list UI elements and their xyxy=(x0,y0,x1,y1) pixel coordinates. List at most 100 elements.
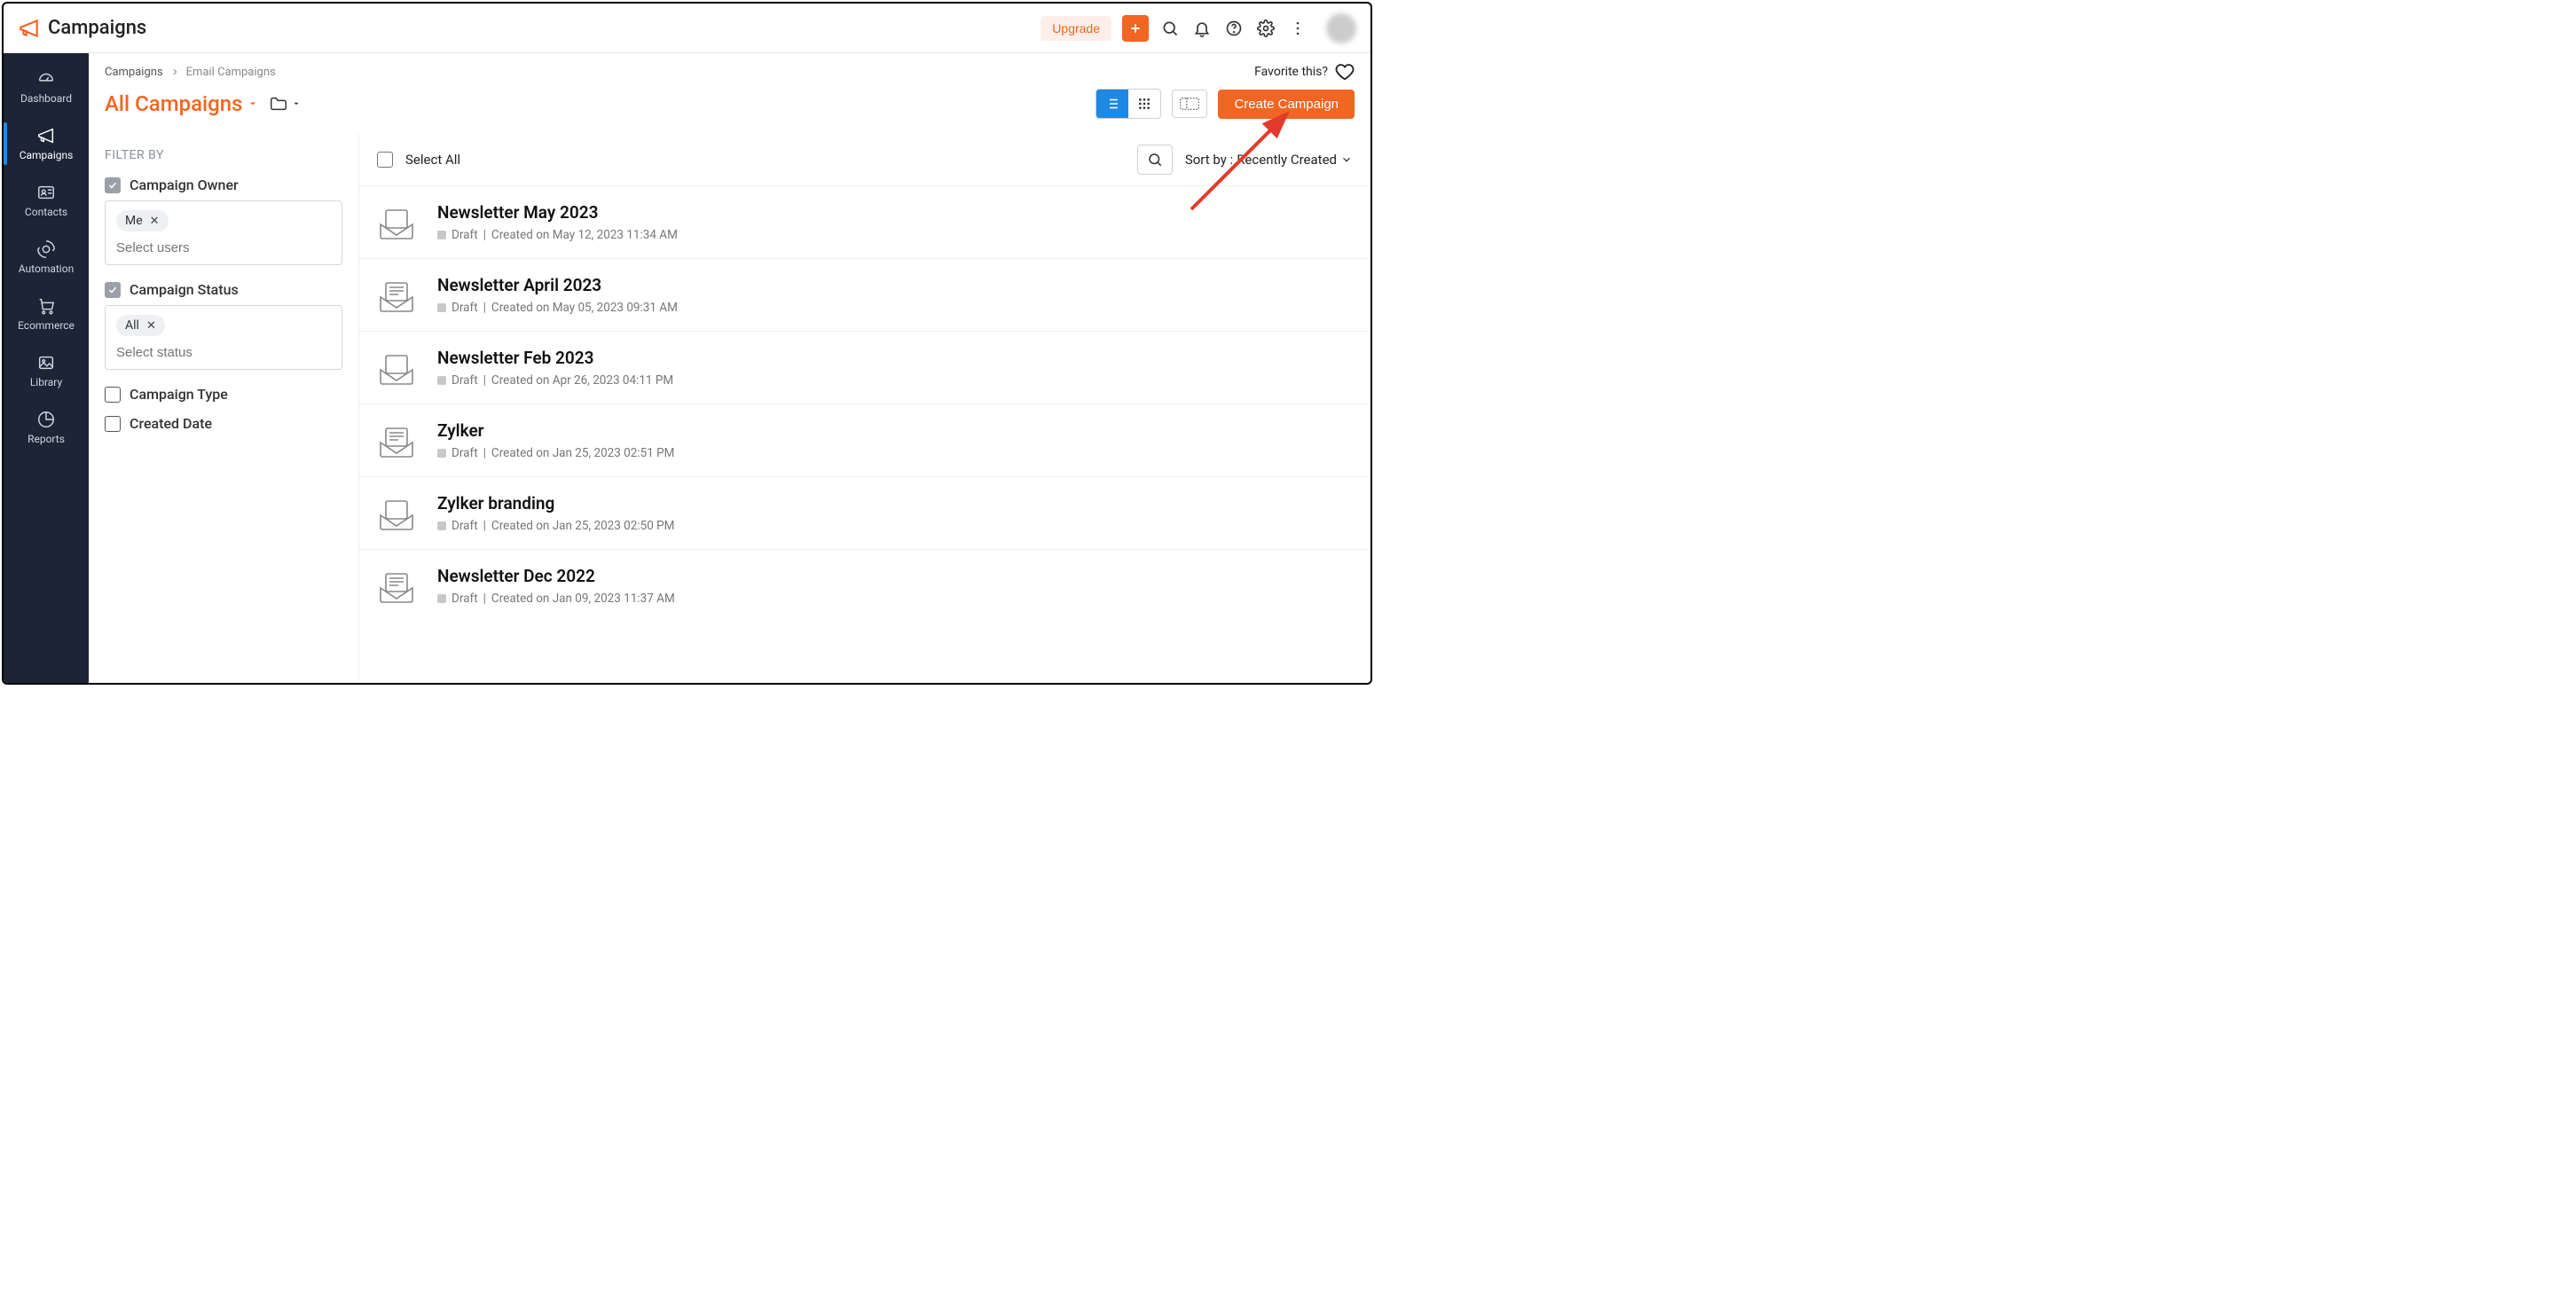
image-icon xyxy=(36,353,56,372)
sidebar-item-label: Automation xyxy=(19,263,74,275)
campaign-icon xyxy=(377,350,416,386)
campaign-created: Created on Jan 25, 2023 02:51 PM xyxy=(491,446,675,460)
sidebar-item-ecommerce[interactable]: Ecommerce xyxy=(4,286,89,342)
columns-icon xyxy=(1180,97,1199,111)
page-title-label: All Campaigns xyxy=(105,91,242,116)
left-sidebar: Dashboard Campaigns Contacts Automation … xyxy=(4,53,89,683)
campaign-created: Created on May 12, 2023 11:34 AM xyxy=(491,228,678,242)
campaign-status: Draft xyxy=(452,301,478,315)
status-dot xyxy=(437,231,446,239)
view-list-button[interactable] xyxy=(1096,90,1128,118)
envelope-icon xyxy=(377,350,416,386)
more-menu-button[interactable] xyxy=(1287,18,1308,39)
campaign-row[interactable]: Zylker Draft | Created on Jan 25, 2023 0… xyxy=(359,404,1370,476)
page-title-dropdown[interactable]: All Campaigns xyxy=(105,91,258,116)
heart-icon[interactable] xyxy=(1335,62,1355,82)
breadcrumb: Campaigns Email Campaigns Favorite this? xyxy=(89,53,1370,85)
chip-remove-button[interactable]: ✕ xyxy=(150,215,160,228)
envelope-icon xyxy=(377,423,416,459)
grid-icon xyxy=(1137,97,1151,111)
filter-owner-input[interactable] xyxy=(116,240,331,255)
help-button[interactable] xyxy=(1223,18,1245,39)
list-search-button[interactable] xyxy=(1137,145,1173,175)
breadcrumb-current: Email Campaigns xyxy=(186,66,276,79)
campaign-title: Newsletter May 2023 xyxy=(437,202,1353,223)
filter-panel: FILTER BY Campaign Owner Me ✕ xyxy=(89,134,359,679)
check-icon xyxy=(107,180,118,191)
user-avatar[interactable] xyxy=(1326,13,1356,43)
filter-date-label: Created Date xyxy=(130,415,212,432)
campaign-created: Created on Jan 25, 2023 02:50 PM xyxy=(491,519,675,533)
checkbox-campaign-type[interactable] xyxy=(105,387,121,403)
checkbox-campaign-status[interactable] xyxy=(105,282,121,298)
envelope-icon xyxy=(377,568,416,604)
help-icon xyxy=(1225,20,1243,37)
sidebar-item-label: Dashboard xyxy=(20,92,72,105)
sidebar-item-label: Contacts xyxy=(25,206,67,218)
sort-dropdown[interactable]: Sort by : Recently Created xyxy=(1185,152,1353,168)
sidebar-item-library[interactable]: Library xyxy=(4,342,89,399)
sidebar-item-reports[interactable]: Reports xyxy=(4,399,89,456)
view-grid-button[interactable] xyxy=(1128,90,1160,118)
chip-remove-button[interactable]: ✕ xyxy=(146,319,156,333)
campaign-title: Zylker xyxy=(437,420,1353,441)
checkbox-select-all[interactable] xyxy=(377,152,393,168)
filter-owner-box[interactable]: Me ✕ xyxy=(105,200,342,265)
campaign-row[interactable]: Newsletter May 2023 Draft | Created on M… xyxy=(359,185,1370,258)
sidebar-item-dashboard[interactable]: Dashboard xyxy=(4,59,89,115)
megaphone-icon xyxy=(36,126,56,145)
chip-status-all: All ✕ xyxy=(116,315,165,336)
gear-icon xyxy=(1257,20,1275,37)
checkbox-created-date[interactable] xyxy=(105,416,121,432)
campaign-title: Newsletter April 2023 xyxy=(437,275,1353,295)
sidebar-item-label: Ecommerce xyxy=(18,319,75,332)
notifications-button[interactable] xyxy=(1191,18,1213,39)
chevron-down-icon xyxy=(1340,153,1353,166)
filter-owner-label: Campaign Owner xyxy=(130,176,239,193)
campaign-title: Newsletter Dec 2022 xyxy=(437,566,1353,586)
sort-value: Recently Created xyxy=(1237,152,1337,168)
campaign-row[interactable]: Newsletter Feb 2023 Draft | Created on A… xyxy=(359,331,1370,404)
checkbox-campaign-owner[interactable] xyxy=(105,177,121,193)
status-dot xyxy=(437,449,446,458)
campaign-row[interactable]: Newsletter Dec 2022 Draft | Created on J… xyxy=(359,549,1370,622)
dashboard-icon xyxy=(36,69,56,89)
campaign-status: Draft xyxy=(452,519,478,533)
campaign-icon xyxy=(377,423,416,459)
sidebar-item-campaigns[interactable]: Campaigns xyxy=(4,115,89,172)
cart-icon xyxy=(36,296,56,316)
filter-status-label: Campaign Status xyxy=(130,281,239,298)
envelope-icon xyxy=(377,205,416,240)
campaign-row[interactable]: Zylker branding Draft | Created on Jan 2… xyxy=(359,476,1370,549)
global-search-button[interactable] xyxy=(1159,18,1181,39)
settings-button[interactable] xyxy=(1255,18,1276,39)
megaphone-icon xyxy=(18,17,41,40)
campaign-created: Created on Jan 09, 2023 11:37 AM xyxy=(491,592,675,606)
campaign-row[interactable]: Newsletter April 2023 Draft | Created on… xyxy=(359,258,1370,331)
sidebar-item-contacts[interactable]: Contacts xyxy=(4,172,89,229)
campaign-icon xyxy=(377,568,416,604)
filter-status-box[interactable]: All ✕ xyxy=(105,305,342,370)
sidebar-item-label: Reports xyxy=(27,433,65,445)
sidebar-item-label: Campaigns xyxy=(20,149,74,161)
sidebar-item-automation[interactable]: Automation xyxy=(4,229,89,286)
envelope-icon xyxy=(377,496,416,531)
create-campaign-button[interactable]: Create Campaign xyxy=(1218,90,1355,119)
campaign-title: Newsletter Feb 2023 xyxy=(437,348,1353,368)
top-header: Campaigns Upgrade xyxy=(4,4,1370,53)
search-icon xyxy=(1161,20,1179,37)
envelope-icon xyxy=(377,278,416,313)
filter-status-input[interactable] xyxy=(116,345,331,360)
create-new-button[interactable] xyxy=(1122,15,1149,42)
sidebar-item-label: Library xyxy=(30,376,62,388)
breadcrumb-root[interactable]: Campaigns xyxy=(105,66,163,79)
page-title-row: All Campaigns Create Campaign xyxy=(89,85,1370,133)
campaign-icon xyxy=(377,278,416,313)
check-icon xyxy=(107,285,118,295)
folder-dropdown[interactable] xyxy=(269,94,301,114)
campaign-icon xyxy=(377,496,416,531)
upgrade-button[interactable]: Upgrade xyxy=(1041,16,1111,41)
filter-heading: FILTER BY xyxy=(105,148,342,162)
columns-button[interactable] xyxy=(1172,90,1207,118)
app-logo: Campaigns xyxy=(18,17,146,40)
